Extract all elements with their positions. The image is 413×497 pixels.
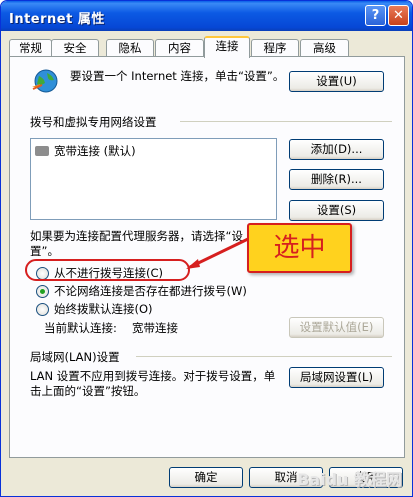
internet-properties-window: Internet 属性 ? ✕ 常规 安全 隐私 内容 连接 程序 高级 要设置…	[0, 0, 413, 497]
tab-advanced[interactable]: 高级	[300, 39, 349, 57]
current-default-label: 当前默认连接:	[44, 321, 117, 335]
add-button[interactable]: 添加(D)...	[289, 139, 384, 160]
setup-button[interactable]: 设置(U)	[289, 71, 384, 92]
connection-phone-icon	[35, 146, 49, 156]
tab-connections[interactable]: 连接	[204, 36, 250, 58]
dialup-section-label: 拨号和虚拟专用网络设置	[30, 115, 157, 129]
tab-general[interactable]: 常规	[9, 39, 52, 57]
watermark: Baidu 教程网	[297, 470, 402, 489]
tab-programs[interactable]: 程序	[251, 39, 299, 57]
list-item[interactable]: 宽带连接 (默认)	[35, 143, 136, 159]
lan-section-label: 局域网(LAN)设置	[30, 350, 120, 364]
radio-label: 始终拨默认连接(O)	[54, 302, 153, 316]
setup-description: 要设置一个 Internet 连接，单击“设置”。	[70, 69, 285, 83]
callout-arrow-icon	[186, 237, 249, 269]
internet-globe-icon	[32, 69, 58, 93]
help-button[interactable]: ?	[365, 5, 386, 26]
remove-button[interactable]: 删除(R)...	[289, 169, 384, 190]
radio-dial-whenever[interactable]: 不论网络连接是否存在都进行拨号(W)	[36, 283, 247, 299]
lan-description: LAN 设置不应用到拨号连接。对于拨号设置，单击上面的“设置”按钮。	[30, 369, 276, 398]
window-title: Internet 属性	[9, 12, 105, 27]
tab-privacy[interactable]: 隐私	[106, 39, 154, 57]
title-bar[interactable]: Internet 属性 ? ✕	[1, 1, 412, 31]
radio-button[interactable]	[36, 284, 49, 298]
lan-settings-button[interactable]: 局域网设置(L)	[289, 367, 384, 388]
current-default-value: 宽带连接	[132, 321, 178, 335]
tab-security[interactable]: 安全	[51, 39, 99, 57]
radio-button[interactable]	[36, 302, 49, 316]
highlight-oval	[25, 259, 190, 281]
dialup-divider	[180, 121, 392, 122]
tab-content[interactable]: 内容	[155, 39, 204, 57]
ok-button[interactable]: 确定	[169, 467, 243, 488]
tab-strip: 常规 安全 隐私 内容 连接 程序 高级	[9, 36, 404, 58]
annotation-callout: 选中	[247, 223, 352, 273]
connections-listbox[interactable]: 宽带连接 (默认)	[30, 138, 277, 220]
dialup-settings-button[interactable]: 设置(S)	[289, 200, 384, 221]
radio-label: 不论网络连接是否存在都进行拨号(W)	[54, 284, 247, 298]
set-default-button[interactable]: 设置默认值(E)	[289, 317, 384, 338]
close-button[interactable]: ✕	[388, 5, 409, 26]
lan-divider	[136, 356, 392, 357]
connection-name: 宽带连接 (默认)	[54, 144, 136, 158]
radio-always-dial[interactable]: 始终拨默认连接(O)	[36, 301, 153, 317]
